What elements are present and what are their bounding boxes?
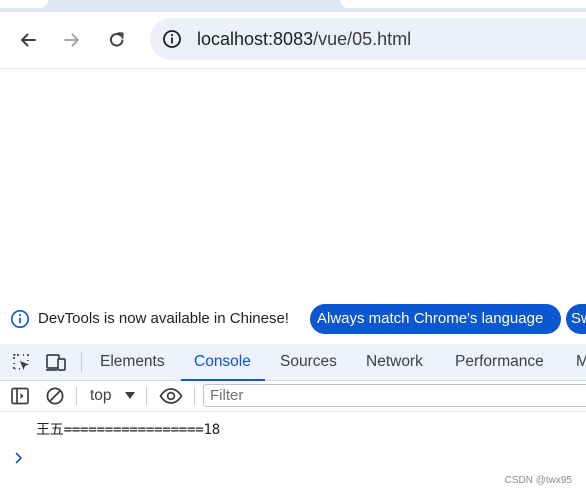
console-toolbar: top [0,381,586,412]
device-toolbar-icon [46,354,66,371]
context-dropdown-button[interactable] [124,386,136,406]
console-log-message: 王五=================18 [36,422,220,438]
eye-icon [159,388,183,404]
filter-input[interactable] [204,385,586,406]
url-path: /vue/05.html [313,29,412,49]
toolbar-divider [194,387,195,405]
tab-performance[interactable]: Performance [455,344,544,380]
infobar-message: DevTools is now available in Chinese! [38,310,289,327]
info-icon [163,30,181,48]
console-sidebar-button[interactable] [9,385,31,407]
inspect-element-button[interactable] [10,351,32,373]
arrow-right-icon [64,33,79,47]
tab-strip [0,0,586,12]
toolbar-divider [146,387,147,405]
tab-elements[interactable]: Elements [100,344,165,380]
browser-toolbar: localhost:8083/vue/05.html [0,12,586,69]
device-toolbar-button[interactable] [45,351,67,373]
toolbar-divider [76,387,77,405]
reload-icon [109,32,124,47]
devtools-panel: DevTools is now available in Chinese! Al… [0,301,586,494]
forward-button[interactable] [57,25,87,55]
toolbar-divider [81,352,82,372]
tab-network[interactable]: Network [366,344,423,380]
live-expression-button[interactable] [158,385,184,407]
browser-tab[interactable] [0,0,48,8]
url-host: localhost:8083 [197,29,314,49]
page-viewport [0,69,586,301]
chevron-right-icon [15,452,22,464]
always-match-language-button[interactable]: Always match Chrome's language [310,304,561,334]
tab-console[interactable]: Console [181,344,265,381]
url-text[interactable]: localhost:8083/vue/05.html [197,28,411,50]
watermark: CSDN @twx95 [504,475,572,486]
browser-window: localhost:8083/vue/05.html DevTools is n… [0,0,586,494]
info-icon [11,310,29,328]
clear-console-icon [46,387,64,405]
browser-tab[interactable] [340,0,586,8]
clear-console-button[interactable] [44,385,66,407]
reload-button[interactable] [102,25,132,55]
back-button[interactable] [13,25,43,55]
address-bar[interactable]: localhost:8083/vue/05.html [150,18,586,60]
site-info-button[interactable] [160,27,184,51]
arrow-left-icon [21,33,36,47]
filter-field[interactable] [203,384,586,407]
language-infobar: DevTools is now available in Chinese! Al… [0,301,586,338]
tab-memory[interactable]: M [576,344,586,380]
switch-language-button[interactable]: Sw [566,304,586,334]
tab-sources[interactable]: Sources [280,344,337,380]
context-selector[interactable]: top [90,386,112,406]
console-sidebar-icon [11,387,29,405]
devtools-tabbar: Elements Console Sources Network Perform… [0,344,586,381]
caret-down-icon [125,392,135,399]
inspect-element-icon [13,354,29,370]
